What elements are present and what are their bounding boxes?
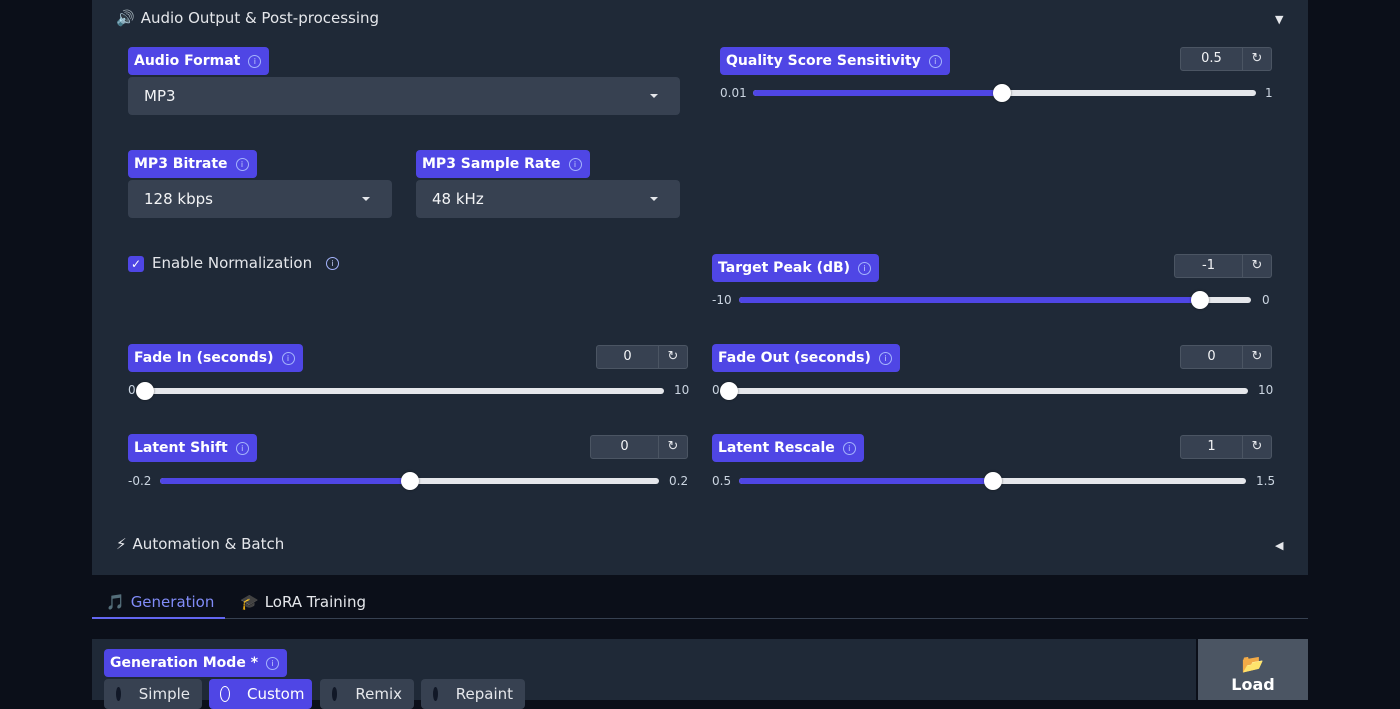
- latent-shift-slider[interactable]: [160, 472, 659, 490]
- audio-format-select[interactable]: MP3: [128, 77, 680, 115]
- mp3-sample-rate-select[interactable]: 48 kHz: [416, 180, 680, 218]
- radio-circle-icon: [116, 687, 121, 701]
- slider-min: -0.2: [128, 474, 152, 488]
- mode-option-simple[interactable]: Simple: [104, 679, 202, 709]
- info-icon[interactable]: i: [235, 157, 249, 171]
- target-peak-number[interactable]: -1 ↻: [1174, 254, 1272, 278]
- load-button-label: Load: [1231, 675, 1275, 694]
- normalization-label[interactable]: Enable Normalization i: [152, 254, 340, 272]
- load-button[interactable]: 📂 Load: [1198, 639, 1308, 700]
- slider-thumb[interactable]: [400, 472, 419, 490]
- tab-lora-training[interactable]: 🎓 LoRA Training: [240, 593, 366, 611]
- quality-sensitivity-label: Quality Score Sensitivity i: [720, 47, 950, 75]
- accordion-audio-output[interactable]: 🔊 Audio Output & Post-processing: [116, 9, 379, 27]
- slider-thumb[interactable]: [720, 382, 738, 400]
- reset-icon[interactable]: ↻: [1242, 255, 1271, 277]
- speaker-icon: 🔊: [116, 9, 135, 27]
- slider-fill: [753, 90, 1002, 96]
- latent-shift-label: Latent Shift i: [128, 434, 257, 462]
- slider-max: 1: [1265, 86, 1273, 100]
- dropdown-arrow-icon: [650, 94, 658, 98]
- reset-icon[interactable]: ↻: [1242, 346, 1271, 368]
- mode-option-repaint[interactable]: Repaint: [421, 679, 525, 709]
- radio-circle-icon: [332, 687, 338, 701]
- dropdown-arrow-icon: [362, 197, 370, 201]
- fade-out-label: Fade Out (seconds) i: [712, 344, 900, 372]
- tab-divider: [92, 618, 1308, 619]
- slider-min: 0.5: [712, 474, 732, 488]
- active-tab-indicator: [92, 617, 225, 619]
- mp3-sample-rate-value: 48 kHz: [432, 190, 484, 208]
- accordion-automation-batch[interactable]: ⚡ Automation & Batch: [116, 535, 284, 553]
- slider-thumb[interactable]: [992, 84, 1011, 102]
- checkmark-icon: ✓: [130, 257, 142, 271]
- reset-icon[interactable]: ↻: [1242, 436, 1271, 458]
- collapse-caret-icon[interactable]: ▼: [1275, 13, 1283, 26]
- mp3-bitrate-select[interactable]: 128 kbps: [128, 180, 392, 218]
- fade-in-slider[interactable]: [136, 382, 664, 400]
- mode-option-custom[interactable]: Custom: [209, 679, 312, 709]
- slider-max: 0.2: [669, 474, 689, 488]
- music-note-icon: 🎵: [106, 593, 125, 611]
- reset-icon[interactable]: ↻: [1242, 48, 1271, 70]
- info-icon[interactable]: i: [858, 261, 872, 275]
- slider-min: 0: [128, 383, 136, 397]
- lightning-icon: ⚡: [116, 535, 127, 553]
- fade-in-label: Fade In (seconds) i: [128, 344, 303, 372]
- radio-circle-icon: [433, 687, 438, 701]
- audio-format-value: MP3: [144, 87, 176, 105]
- slider-thumb[interactable]: [983, 472, 1002, 490]
- expand-caret-icon[interactable]: ◀: [1275, 539, 1283, 552]
- info-icon[interactable]: i: [878, 351, 892, 365]
- slider-min: 0: [712, 383, 720, 397]
- info-icon[interactable]: i: [266, 656, 280, 670]
- slider-fill: [160, 478, 410, 484]
- slider-min: -10: [712, 293, 732, 307]
- target-peak-slider[interactable]: [739, 291, 1251, 309]
- info-icon[interactable]: i: [281, 351, 295, 365]
- mp3-bitrate-label: MP3 Bitrate i: [128, 150, 257, 178]
- quality-sensitivity-number[interactable]: 0.5 ↻: [1180, 47, 1272, 71]
- mp3-sample-rate-label: MP3 Sample Rate i: [416, 150, 590, 178]
- accordion-automation-title: Automation & Batch: [132, 535, 285, 553]
- accordion-audio-output-title: Audio Output & Post-processing: [140, 9, 380, 27]
- generation-mode-label: Generation Mode * i: [104, 649, 288, 677]
- slider-fill: [739, 478, 993, 484]
- tab-generation[interactable]: 🎵 Generation: [106, 593, 214, 611]
- fade-out-number[interactable]: 0 ↻: [1180, 345, 1272, 369]
- target-peak-label: Target Peak (dB) i: [712, 254, 880, 282]
- normalization-checkbox[interactable]: ✓: [128, 256, 144, 272]
- fade-in-number[interactable]: 0 ↻: [596, 345, 688, 369]
- mp3-bitrate-value: 128 kbps: [144, 190, 213, 208]
- slider-max: 0: [1262, 293, 1270, 307]
- radio-selected-icon: [221, 687, 229, 701]
- audio-format-label: Audio Format i: [128, 47, 270, 75]
- info-icon[interactable]: i: [842, 441, 856, 455]
- latent-rescale-label: Latent Rescale i: [712, 434, 864, 462]
- latent-rescale-slider[interactable]: [739, 472, 1246, 490]
- slider-thumb[interactable]: [136, 382, 154, 400]
- slider-min: 0.01: [720, 86, 747, 100]
- info-icon[interactable]: i: [568, 157, 582, 171]
- info-icon[interactable]: i: [235, 441, 249, 455]
- folder-icon: 📂: [1241, 654, 1265, 675]
- latent-rescale-number[interactable]: 1 ↻: [1180, 435, 1272, 459]
- info-icon[interactable]: i: [928, 54, 942, 68]
- mode-option-remix[interactable]: Remix: [320, 679, 414, 709]
- slider-max: 1.5: [1256, 474, 1276, 488]
- slider-fill: [739, 297, 1200, 303]
- reset-icon[interactable]: ↻: [658, 436, 687, 458]
- latent-shift-number[interactable]: 0 ↻: [590, 435, 688, 459]
- fade-out-slider[interactable]: [720, 382, 1248, 400]
- info-icon[interactable]: i: [326, 256, 340, 270]
- quality-sensitivity-slider[interactable]: [753, 84, 1256, 102]
- reset-icon[interactable]: ↻: [658, 346, 687, 368]
- slider-max: 10: [674, 383, 690, 397]
- slider-thumb[interactable]: [1190, 291, 1209, 309]
- dropdown-arrow-icon: [650, 197, 658, 201]
- info-icon[interactable]: i: [248, 54, 262, 68]
- graduation-cap-icon: 🎓: [240, 593, 259, 611]
- slider-max: 10: [1258, 383, 1274, 397]
